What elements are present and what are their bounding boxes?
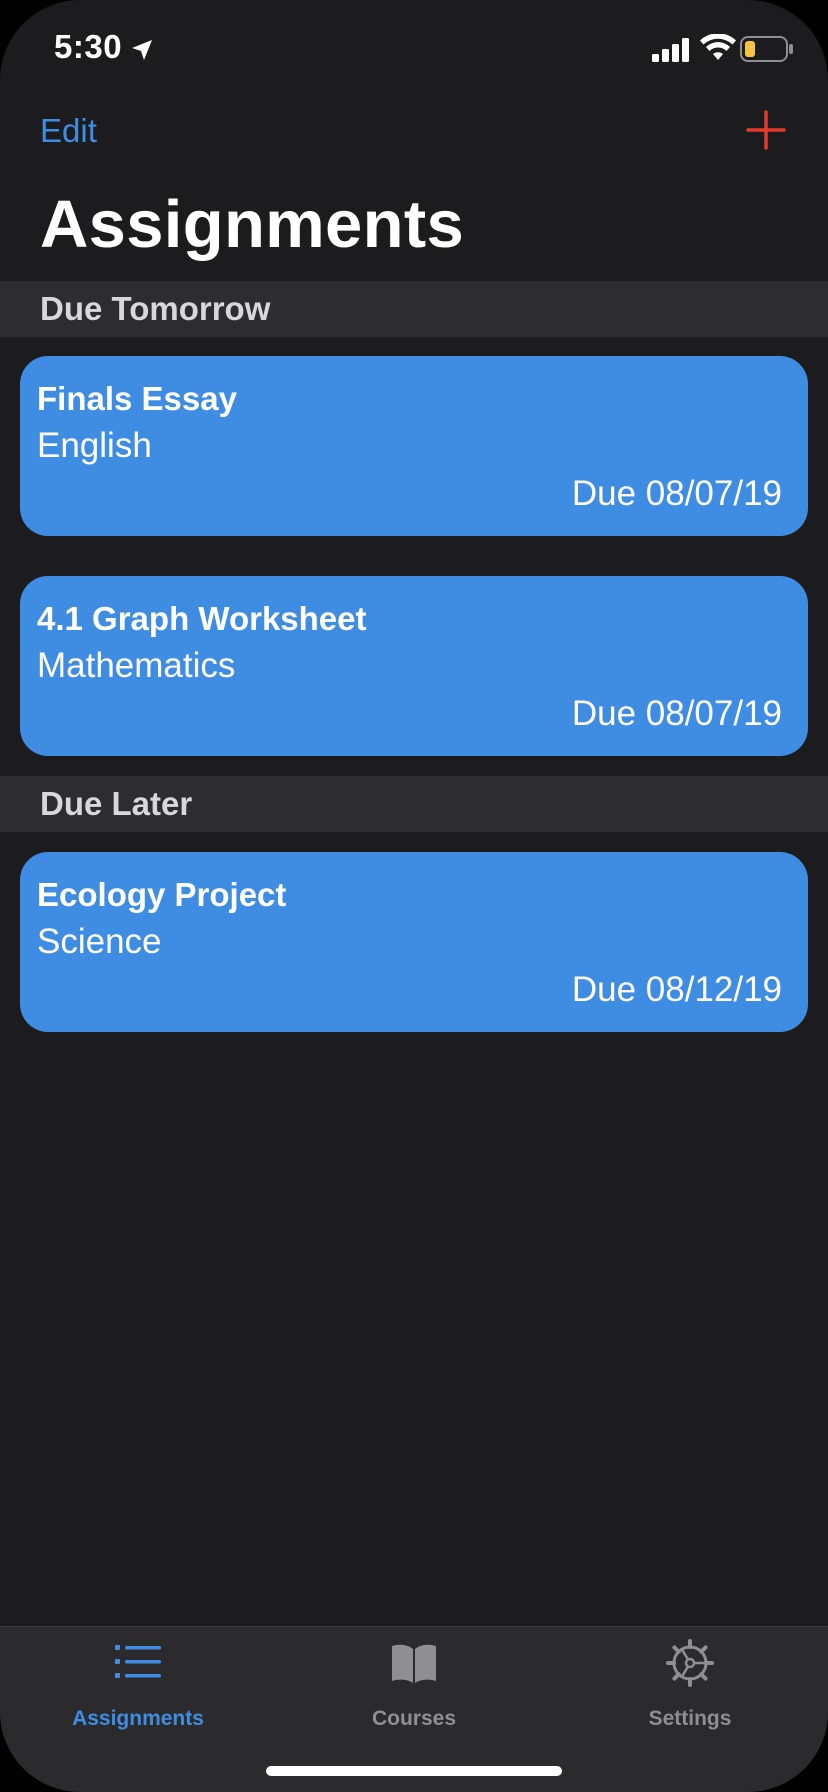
location-arrow-icon xyxy=(132,40,152,60)
status-bar: 5:30 xyxy=(0,0,828,100)
tab-label: Courses xyxy=(371,1707,457,1730)
tab-label: Assignments xyxy=(72,1707,204,1730)
assignment-due-date: Due 08/12/19 xyxy=(571,970,782,1009)
tab-courses[interactable]: Courses xyxy=(276,1627,552,1747)
assignment-card[interactable]: Finals Essay English Due 08/07/19 xyxy=(20,356,808,536)
battery-icon xyxy=(740,36,793,62)
status-time: 5:30 xyxy=(54,28,123,65)
section-header-due-later: Due Later xyxy=(0,776,828,832)
assignment-course: Mathematics xyxy=(37,646,236,685)
home-indicator xyxy=(266,1766,562,1776)
assignment-title: Finals Essay xyxy=(37,380,237,417)
section-header-due-tomorrow: Due Tomorrow xyxy=(0,281,828,337)
assignment-card[interactable]: Ecology Project Science Due 08/12/19 xyxy=(20,852,808,1032)
assignment-due-date: Due 08/07/19 xyxy=(571,474,782,513)
page-title: Assignments xyxy=(40,187,465,262)
cellular-signal-icon xyxy=(652,38,689,62)
assignment-due-date: Due 08/07/19 xyxy=(571,694,782,733)
tab-label: Settings xyxy=(648,1707,732,1730)
edit-button[interactable]: Edit xyxy=(40,112,97,150)
tab-assignments[interactable]: Assignments xyxy=(0,1627,276,1747)
assignment-title: 4.1 Graph Worksheet xyxy=(37,600,367,637)
tab-settings[interactable]: Settings xyxy=(552,1627,828,1747)
gear-icon xyxy=(666,1639,714,1687)
screen: 5:30 Edit Assignments Due Tomorrow Final… xyxy=(0,0,828,1792)
assignment-card[interactable]: 4.1 Graph Worksheet Mathematics Due 08/0… xyxy=(20,576,808,756)
wifi-icon xyxy=(700,34,736,60)
list-icon xyxy=(115,1645,161,1678)
plus-icon[interactable] xyxy=(746,110,786,150)
book-icon xyxy=(392,1644,436,1683)
assignment-course: Science xyxy=(37,922,162,961)
assignment-title: Ecology Project xyxy=(37,876,287,913)
assignment-course: English xyxy=(37,426,152,465)
